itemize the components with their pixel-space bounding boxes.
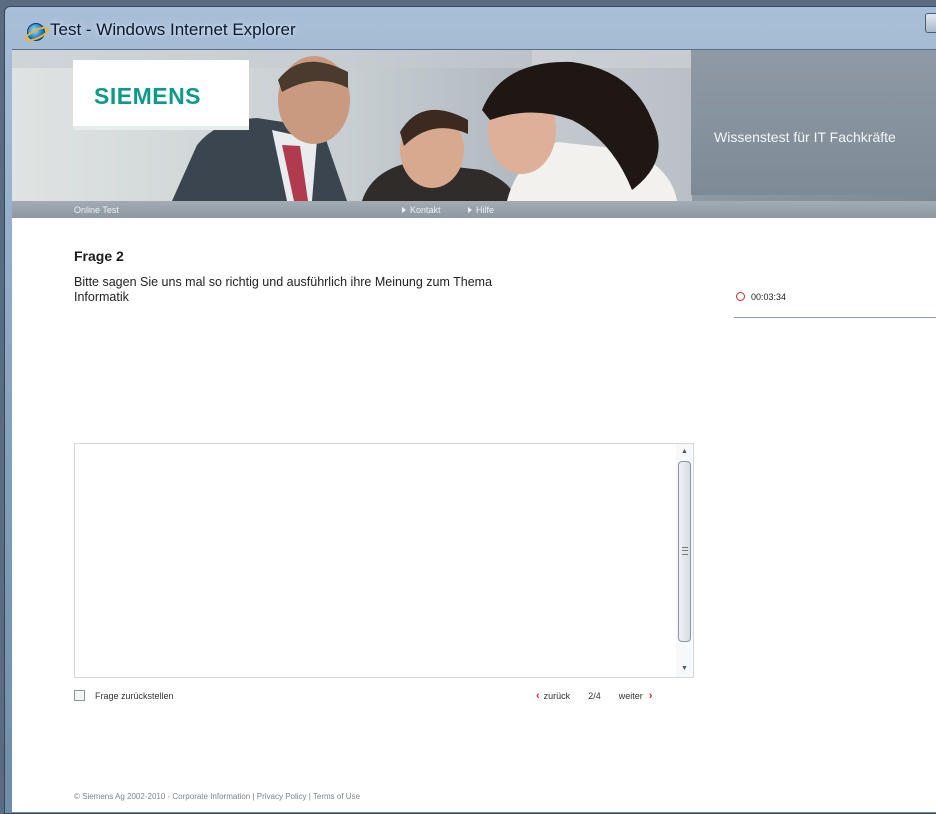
- answer-scrollbar[interactable]: ▲ ▼: [676, 444, 693, 677]
- arrow-right-icon: [402, 207, 406, 213]
- title-bar[interactable]: Test - Windows Internet Explorer: [5, 7, 936, 49]
- defer-question-label[interactable]: Frage zurückstellen: [95, 691, 174, 701]
- internet-explorer-icon: [27, 23, 45, 41]
- defer-question-row[interactable]: Frage zurückstellen: [74, 690, 174, 701]
- nav-link-kontakt-label: Kontakt: [410, 205, 441, 215]
- timer-divider: [734, 317, 936, 318]
- chevron-left-icon[interactable]: ‹: [536, 690, 540, 702]
- chevron-right-icon[interactable]: ›: [649, 690, 653, 702]
- footer-links[interactable]: © Siemens Ag 2002-2010 - Corporate Infor…: [74, 792, 360, 801]
- nav-link-hilfe-label: Hilfe: [476, 205, 495, 215]
- nav-bar: Online Test Kontakt Hilfe: [12, 201, 936, 218]
- defer-question-checkbox[interactable]: [74, 690, 85, 701]
- nav-label: Online Test: [74, 205, 119, 215]
- logo-text: SIEMENS: [94, 83, 202, 109]
- scroll-up-arrow-icon[interactable]: ▲: [676, 444, 693, 460]
- question-pager: ‹ zurück 2/4 weiter ›: [536, 690, 652, 702]
- window-title: Test - Windows Internet Explorer: [50, 20, 296, 39]
- answer-textarea[interactable]: ▲ ▼: [74, 443, 694, 678]
- scroll-thumb[interactable]: [678, 461, 691, 642]
- question-heading: Frage 2: [74, 248, 124, 264]
- timer: 00:03:34: [736, 292, 786, 302]
- page-indicator: 2/4: [588, 691, 601, 701]
- page-content: SIEMENS Wissenstest für IT Fachkräfte On…: [12, 49, 936, 812]
- clock-icon: [736, 292, 745, 301]
- timer-value: 00:03:34: [751, 292, 787, 302]
- arrow-right-icon: [468, 207, 472, 213]
- siemens-logo[interactable]: SIEMENS: [73, 60, 249, 130]
- page-subtitle: Wissenstest für IT Fachkräfte: [714, 129, 896, 145]
- nav-link-hilfe[interactable]: Hilfe: [468, 205, 494, 215]
- browser-window: Test - Windows Internet Explorer SIEMENS…: [4, 6, 936, 814]
- minimize-button[interactable]: [925, 13, 936, 33]
- header-banner: SIEMENS Wissenstest für IT Fachkräfte: [12, 50, 936, 201]
- banner-title-panel: [691, 50, 936, 195]
- grip-icon: [682, 547, 688, 555]
- next-link[interactable]: weiter: [619, 691, 643, 701]
- nav-link-kontakt[interactable]: Kontakt: [402, 205, 441, 215]
- scroll-down-arrow-icon[interactable]: ▼: [676, 661, 693, 677]
- back-link[interactable]: zurück: [544, 691, 571, 701]
- question-text: Bitte sagen Sie uns mal so richtig und a…: [74, 275, 493, 304]
